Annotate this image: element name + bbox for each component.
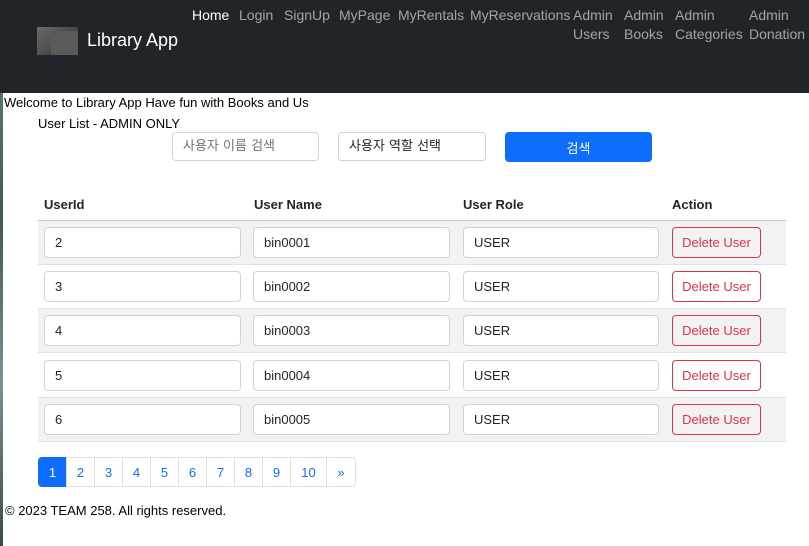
- username-field[interactable]: [253, 360, 450, 391]
- delete-user-button[interactable]: Delete User: [672, 271, 761, 302]
- username-field[interactable]: [253, 227, 450, 258]
- delete-user-button[interactable]: Delete User: [672, 315, 761, 346]
- page-2-link[interactable]: 2: [66, 457, 95, 487]
- userrole-field[interactable]: [463, 315, 659, 346]
- userrole-field[interactable]: [463, 271, 659, 302]
- nav-admin-donation[interactable]: Admin Donation: [749, 6, 805, 44]
- table-row: Delete User: [38, 221, 786, 265]
- nav-admin-books[interactable]: Admin Books: [624, 6, 664, 44]
- page-3-link[interactable]: 3: [94, 457, 123, 487]
- user-name-search-input[interactable]: [172, 132, 319, 161]
- table-row: Delete User: [38, 354, 786, 398]
- table-row: Delete User: [38, 265, 786, 309]
- page-9-link[interactable]: 9: [262, 457, 291, 487]
- nav-mypage[interactable]: MyPage: [339, 6, 390, 25]
- nav-login[interactable]: Login: [239, 6, 273, 25]
- delete-user-button[interactable]: Delete User: [672, 360, 761, 391]
- brand-logo[interactable]: [37, 27, 78, 55]
- nav-myreservations[interactable]: MyReservations: [470, 6, 570, 25]
- table-row: Delete User: [38, 309, 786, 353]
- userid-field[interactable]: [44, 315, 241, 346]
- page-6-link[interactable]: 6: [178, 457, 207, 487]
- userid-field[interactable]: [44, 271, 241, 302]
- nav-signup[interactable]: SignUp: [284, 6, 330, 25]
- page-4-link[interactable]: 4: [122, 457, 151, 487]
- navbar: Library App Home Login SignUp MyPage MyR…: [0, 0, 809, 93]
- column-header-action: Action: [672, 197, 713, 212]
- username-field[interactable]: [253, 315, 450, 346]
- column-header-username: User Name: [254, 197, 322, 212]
- page-5-link[interactable]: 5: [150, 457, 179, 487]
- table-row: Delete User: [38, 398, 786, 442]
- nav-home[interactable]: Home: [192, 6, 229, 25]
- delete-user-button[interactable]: Delete User: [672, 227, 761, 258]
- page-8-link[interactable]: 8: [234, 457, 263, 487]
- brand-logo-image: [51, 31, 78, 55]
- pagination: 1 2 3 4 5 6 7 8 9 10 »: [38, 457, 356, 487]
- footer-text: © 2023 TEAM 258. All rights reserved.: [5, 503, 227, 518]
- userid-field[interactable]: [44, 404, 241, 435]
- next-page-link[interactable]: »: [326, 457, 356, 487]
- userid-field[interactable]: [44, 360, 241, 391]
- username-field[interactable]: [253, 404, 450, 435]
- nav-myrentals[interactable]: MyRentals: [398, 6, 464, 25]
- delete-user-button[interactable]: Delete User: [672, 404, 761, 435]
- nav-admin-users[interactable]: Admin Users: [573, 6, 613, 44]
- brand-name[interactable]: Library App: [87, 30, 178, 51]
- userid-field[interactable]: [44, 227, 241, 258]
- page-subtitle: User List - ADMIN ONLY: [38, 116, 181, 131]
- page-10-link[interactable]: 10: [290, 457, 327, 487]
- userrole-field[interactable]: [463, 360, 659, 391]
- search-button[interactable]: 검색: [505, 132, 652, 162]
- userrole-field[interactable]: [463, 227, 659, 258]
- user-role-select[interactable]: [338, 132, 486, 161]
- username-field[interactable]: [253, 271, 450, 302]
- nav-admin-categories[interactable]: Admin Categories: [675, 6, 743, 44]
- column-header-userid: UserId: [44, 197, 85, 212]
- page-1-link[interactable]: 1: [38, 457, 67, 487]
- userrole-field[interactable]: [463, 404, 659, 435]
- welcome-text: Welcome to Library App Have fun with Boo…: [4, 95, 309, 110]
- column-header-userrole: User Role: [463, 197, 524, 212]
- page-7-link[interactable]: 7: [206, 457, 235, 487]
